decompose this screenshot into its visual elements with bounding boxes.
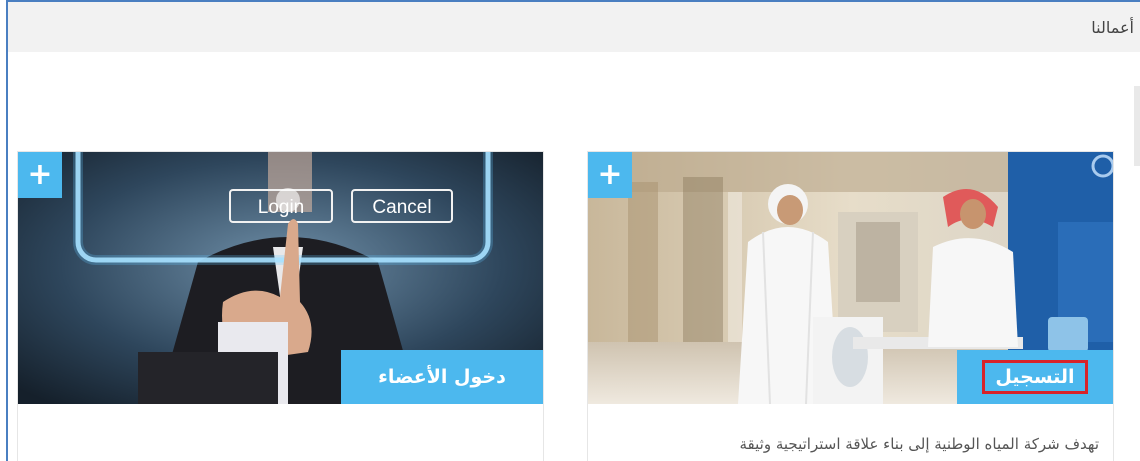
scroll-edge xyxy=(1134,86,1140,166)
page-title: أعمالنا xyxy=(1091,18,1134,37)
members-login-label[interactable]: دخول الأعضاء xyxy=(341,350,543,404)
registration-image: + التسجيل xyxy=(588,152,1113,404)
expand-plus-button[interactable]: + xyxy=(588,152,632,198)
registration-label[interactable]: التسجيل xyxy=(982,360,1088,394)
registration-label-tab[interactable]: التسجيل xyxy=(957,350,1113,404)
members-login-card[interactable]: Login Cancel + دخول الأعضاء xyxy=(17,151,544,461)
registration-card[interactable]: + التسجيل تهدف شركة المياه الوطنية إلى ب… xyxy=(587,151,1114,461)
page-title-bar: أعمالنا xyxy=(8,2,1140,52)
cancel-screen-button: Cancel xyxy=(372,197,431,218)
registration-description: تهدف شركة المياه الوطنية إلى بناء علاقة … xyxy=(739,435,1099,453)
expand-plus-button[interactable]: + xyxy=(18,152,62,198)
members-login-image: Login Cancel + دخول الأعضاء xyxy=(18,152,543,404)
